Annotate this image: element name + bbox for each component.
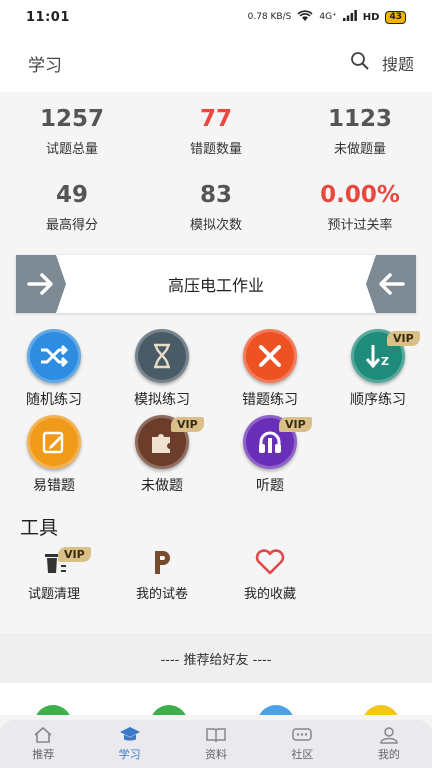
search-button[interactable]: 搜题 [350, 51, 414, 75]
tab-label: 社区 [291, 748, 314, 761]
status-time: 11:01 [26, 9, 70, 25]
stat-wrong[interactable]: 77 错题数量 [144, 100, 288, 176]
tool-label: 试题清理 [27, 587, 80, 602]
share-wechat-icon[interactable] [34, 705, 72, 715]
practice-label: 错题练习 [242, 392, 298, 408]
practice-wrong[interactable]: 错题练习 [216, 329, 324, 415]
practice-sequential[interactable]: Z VIP 顺序练习 [324, 329, 432, 415]
tool-my-papers[interactable]: 我的试卷 [108, 547, 216, 621]
share-moments-icon[interactable] [150, 705, 188, 715]
paper-icon [151, 547, 173, 577]
stat-label: 预计过关率 [327, 218, 393, 233]
recommend-to-friends: ---- 推荐给好友 ---- [0, 633, 432, 683]
arrow-right-icon[interactable] [16, 255, 66, 313]
practice-random[interactable]: 随机练习 [0, 329, 108, 415]
tab-label: 学习 [118, 748, 141, 761]
tool-clear-questions[interactable]: VIP 试题清理 [0, 547, 108, 621]
close-icon [243, 329, 297, 383]
stat-label: 模拟次数 [189, 218, 242, 233]
practice-label: 易错题 [33, 478, 75, 494]
stat-value: 1123 [327, 106, 392, 132]
tools-row: VIP 试题清理 我的试卷 我的收藏 [0, 547, 432, 621]
practice-listen[interactable]: VIP 听题 [216, 415, 324, 501]
stat-value: 1257 [39, 106, 104, 132]
stat-pass-rate: 0.00% 预计过关率 [288, 176, 432, 252]
app-header: 学习 搜题 [0, 34, 432, 92]
heart-icon [255, 547, 285, 577]
practice-label: 听题 [256, 478, 284, 494]
book-icon [205, 726, 227, 746]
battery-icon: 43 [385, 10, 406, 24]
stat-mock-count: 83 模拟次数 [144, 176, 288, 252]
practice-label: 随机练习 [26, 392, 82, 408]
graduation-cap-icon [119, 726, 141, 746]
edit-note-icon [27, 415, 81, 469]
hd-label: HD [362, 11, 380, 23]
practice-label: 未做题 [141, 478, 183, 494]
shuffle-icon [27, 329, 81, 383]
wifi-icon [297, 9, 313, 25]
tool-label: 我的试卷 [135, 587, 188, 602]
tool-label: 我的收藏 [243, 587, 296, 602]
practice-grid: 随机练习 模拟练习 错题练习 Z VIP 顺序练习 易错题 VIP 未做题 VI… [0, 313, 432, 501]
practice-mock[interactable]: 模拟练习 [108, 329, 216, 415]
tools-section-title: 工具 [20, 517, 59, 539]
search-label: 搜题 [381, 55, 414, 74]
tab-study[interactable]: 学习 [86, 720, 172, 768]
stat-value: 77 [199, 106, 232, 132]
vip-badge: VIP [279, 417, 312, 432]
status-icons: 0.78 KB/S 4G⁺ HD 43 [247, 9, 406, 25]
stat-label: 错题数量 [189, 142, 242, 157]
stat-label: 试题总量 [45, 142, 98, 157]
stat-label: 最高得分 [45, 218, 98, 233]
chat-icon [291, 726, 313, 746]
tool-favorites[interactable]: 我的收藏 [216, 547, 324, 621]
practice-label: 顺序练习 [350, 392, 406, 408]
stat-value: 83 [199, 182, 232, 208]
subject-label: 高压电工作业 [167, 276, 264, 295]
tab-recommend[interactable]: 推荐 [0, 720, 86, 768]
stat-undone: 1123 未做题量 [288, 100, 432, 176]
practice-label: 模拟练习 [134, 392, 190, 408]
search-icon [350, 51, 370, 75]
tab-label: 推荐 [32, 748, 55, 761]
share-qq-icon[interactable] [257, 705, 295, 715]
subject-selector[interactable]: 高压电工作业 [16, 255, 416, 313]
status-bar: 11:01 0.78 KB/S 4G⁺ HD 43 [0, 0, 432, 34]
vip-badge: VIP [171, 417, 204, 432]
tab-label: 我的 [377, 748, 400, 761]
net-speed: 0.78 KB/S [247, 12, 292, 22]
hourglass-icon [135, 329, 189, 383]
share-qzone-icon[interactable] [362, 705, 400, 715]
stat-value: 0.00% [320, 182, 400, 208]
page-title: 学习 [28, 55, 62, 76]
stats-panel: 1257 试题总量 77 错题数量 1123 未做题量 49 最高得分 83 模… [0, 92, 432, 252]
vip-badge: VIP [58, 547, 91, 562]
home-icon [33, 726, 53, 746]
tab-mine[interactable]: 我的 [346, 720, 432, 768]
signal-icon [342, 10, 357, 24]
practice-error-prone[interactable]: 易错题 [0, 415, 108, 501]
tab-label: 资料 [205, 748, 228, 761]
bottom-tab-bar: 推荐 学习 资料 社区 我的 [0, 720, 432, 768]
stat-total: 1257 试题总量 [0, 100, 144, 176]
stats-row-2: 49 最高得分 83 模拟次数 0.00% 预计过关率 [0, 176, 432, 252]
stat-label: 未做题量 [333, 142, 386, 157]
arrow-left-icon[interactable] [366, 255, 416, 313]
user-icon [379, 726, 399, 746]
stat-best-score: 49 最高得分 [0, 176, 144, 252]
tab-materials[interactable]: 资料 [173, 720, 259, 768]
stats-row-1: 1257 试题总量 77 错题数量 1123 未做题量 [0, 100, 432, 176]
svg-text:Z: Z [381, 355, 389, 368]
vip-badge: VIP [387, 331, 420, 346]
practice-undone[interactable]: VIP 未做题 [108, 415, 216, 501]
tab-community[interactable]: 社区 [259, 720, 345, 768]
stat-value: 49 [55, 182, 88, 208]
share-options [0, 683, 432, 715]
signal-label: 4G⁺ [319, 12, 337, 22]
